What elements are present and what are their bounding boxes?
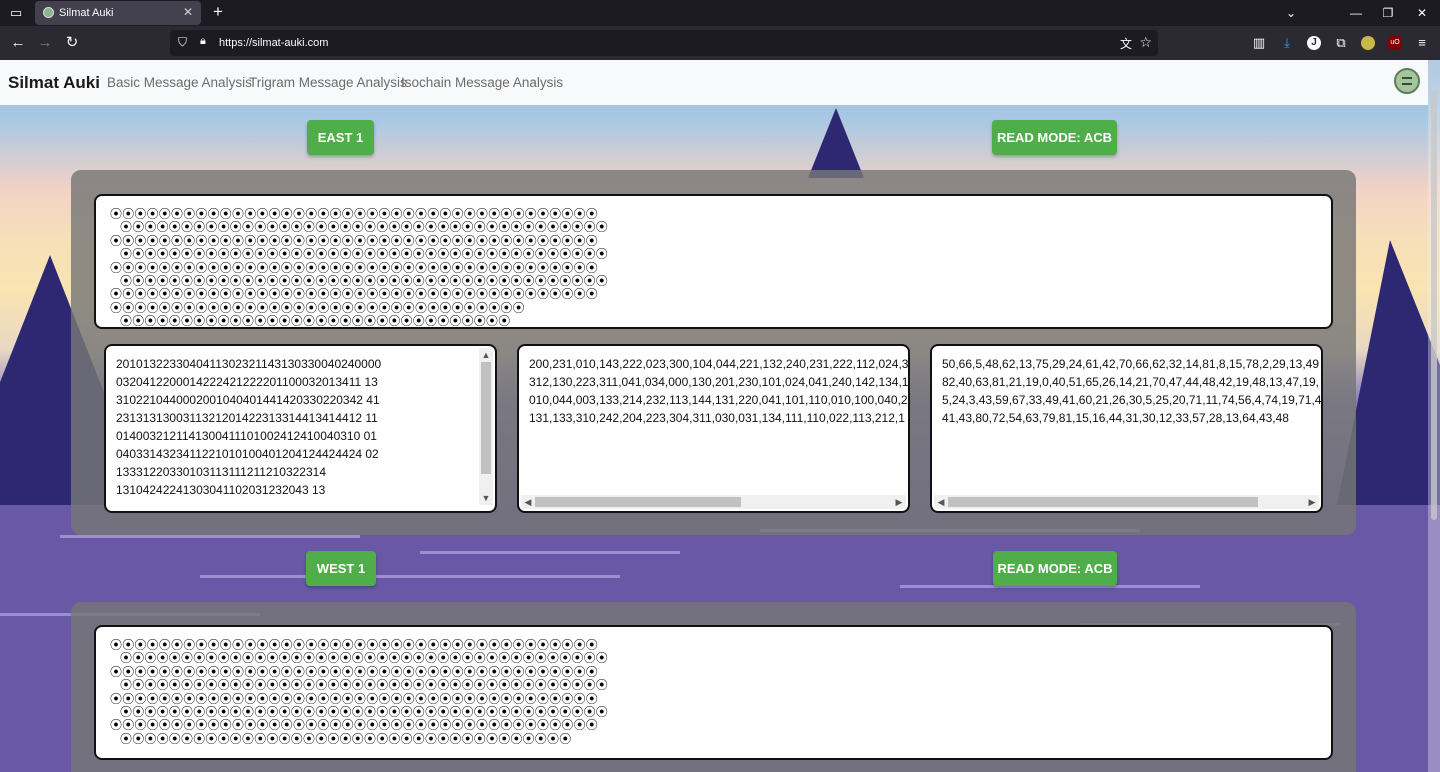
- glyph-line: ⦿⦿⦿⦿⦿⦿⦿⦿⦿⦿⦿⦿⦿⦿⦿⦿⦿⦿⦿⦿⦿⦿⦿⦿⦿⦿⦿⦿⦿⦿⦿⦿⦿⦿⦿⦿⦿⦿⦿⦿: [110, 260, 599, 275]
- trigram-textarea[interactable]: 200,231,010,143,222,023,300,104,044,221,…: [517, 344, 910, 513]
- glyph-line: ⦿⦿⦿⦿⦿⦿⦿⦿⦿⦿⦿⦿⦿⦿⦿⦿⦿⦿⦿⦿⦿⦿⦿⦿⦿⦿⦿⦿⦿⦿⦿⦿⦿⦿⦿⦿⦿⦿⦿⦿: [110, 207, 599, 221]
- tab-title: Silmat Auki: [59, 7, 114, 19]
- glyph-line: ⦿⦿⦿⦿⦿⦿⦿⦿⦿⦿⦿⦿⦿⦿⦿⦿⦿⦿⦿⦿⦿⦿⦿⦿⦿⦿⦿⦿⦿⦿⦿⦿⦿⦿⦿⦿⦿⦿⦿⦿: [110, 287, 599, 302]
- scroll-thumb[interactable]: [481, 362, 491, 474]
- base5-text[interactable]: 2010132233040411302321143130330040240000…: [116, 355, 381, 499]
- glyph-line: ⦿⦿⦿⦿⦿⦿⦿⦿⦿⦿⦿⦿⦿⦿⦿⦿⦿⦿⦿⦿⦿⦿⦿⦿⦿⦿⦿⦿⦿⦿⦿⦿⦿⦿⦿⦿⦿⦿⦿⦿: [110, 691, 599, 706]
- eye-glyph-display: ⦿⦿⦿⦿⦿⦿⦿⦿⦿⦿⦿⦿⦿⦿⦿⦿⦿⦿⦿⦿⦿⦿⦿⦿⦿⦿⦿⦿⦿⦿⦿⦿⦿⦿⦿⦿⦿⦿⦿⦿…: [94, 194, 1333, 329]
- glyph-line: ⦿⦿⦿⦿⦿⦿⦿⦿⦿⦿⦿⦿⦿⦿⦿⦿⦿⦿⦿⦿⦿⦿⦿⦿⦿⦿⦿⦿⦿⦿⦿⦿⦿⦿⦿⦿⦿: [120, 731, 572, 746]
- message-name-button[interactable]: EAST 1: [307, 120, 374, 155]
- glyph-line: ⦿⦿⦿⦿⦿⦿⦿⦿⦿⦿⦿⦿⦿⦿⦿⦿⦿⦿⦿⦿⦿⦿⦿⦿⦿⦿⦿⦿⦿⦿⦿⦿⦿⦿: [110, 300, 525, 315]
- eye-glyph-display: ⦿⦿⦿⦿⦿⦿⦿⦿⦿⦿⦿⦿⦿⦿⦿⦿⦿⦿⦿⦿⦿⦿⦿⦿⦿⦿⦿⦿⦿⦿⦿⦿⦿⦿⦿⦿⦿⦿⦿⦿…: [94, 625, 1333, 760]
- browser-tab-bar: ▭ Silmat Auki ✕ + ⌄ — ❐ ✕: [0, 0, 1440, 26]
- sidebar-icon[interactable]: ▥: [1250, 34, 1268, 52]
- tab-list-icon[interactable]: ▭: [6, 3, 26, 23]
- page-scroll-thumb[interactable]: [1431, 90, 1437, 520]
- lock-icon[interactable]: 🔒︎: [200, 35, 206, 48]
- decimal-text[interactable]: 50,66,5,48,62,13,75,29,24,61,42,70,66,62…: [942, 355, 1321, 427]
- scroll-right-icon[interactable]: ▶: [892, 495, 906, 509]
- url-text[interactable]: https://silmat-auki.com: [219, 37, 328, 49]
- glyph-line: ⦿⦿⦿⦿⦿⦿⦿⦿⦿⦿⦿⦿⦿⦿⦿⦿⦿⦿⦿⦿⦿⦿⦿⦿⦿⦿⦿⦿⦿⦿⦿⦿⦿⦿⦿⦿⦿⦿⦿⦿: [120, 651, 609, 666]
- background-mountain-peak: [808, 108, 864, 178]
- download-icon[interactable]: ⤓: [1278, 34, 1296, 52]
- ublock-icon[interactable]: uO: [1388, 36, 1402, 50]
- nav-basic-message-analysis[interactable]: Basic Message Analysis: [107, 75, 252, 90]
- scroll-left-icon[interactable]: ◀: [934, 495, 948, 509]
- scroll-right-icon[interactable]: ▶: [1305, 495, 1319, 509]
- address-bar[interactable]: ⛉ 🔒︎ https://silmat-auki.com 文 ☆: [170, 30, 1158, 56]
- base5-textarea[interactable]: 2010132233040411302321143130330040240000…: [104, 344, 497, 513]
- minimize-icon[interactable]: —: [1346, 3, 1366, 23]
- glyph-line: ⦿⦿⦿⦿⦿⦿⦿⦿⦿⦿⦿⦿⦿⦿⦿⦿⦿⦿⦿⦿⦿⦿⦿⦿⦿⦿⦿⦿⦿⦿⦿⦿⦿⦿⦿⦿⦿⦿⦿⦿: [120, 247, 609, 262]
- nav-trigram-message-analysis[interactable]: Trigram Message Analysis: [249, 75, 407, 90]
- menu-icon[interactable]: ≡: [1413, 34, 1431, 52]
- read-mode-button[interactable]: READ MODE: ACB: [992, 120, 1117, 155]
- horizontal-scrollbar[interactable]: ◀ ▶: [521, 495, 906, 509]
- scroll-up-icon[interactable]: ▲: [479, 348, 493, 362]
- site-favicon-icon: [43, 7, 54, 18]
- glyph-line: ⦿⦿⦿⦿⦿⦿⦿⦿⦿⦿⦿⦿⦿⦿⦿⦿⦿⦿⦿⦿⦿⦿⦿⦿⦿⦿⦿⦿⦿⦿⦿⦿⦿⦿⦿⦿⦿⦿⦿⦿: [110, 664, 599, 679]
- shield-icon[interactable]: ⛉: [178, 35, 192, 51]
- scroll-down-icon[interactable]: ▼: [479, 491, 493, 505]
- trigram-text[interactable]: 200,231,010,143,222,023,300,104,044,221,…: [529, 355, 908, 427]
- star-icon[interactable]: ☆: [1139, 34, 1152, 51]
- forward-icon[interactable]: →: [35, 33, 55, 53]
- new-tab-button[interactable]: +: [209, 2, 227, 22]
- message-name-button[interactable]: WEST 1: [306, 551, 376, 586]
- glyph-line: ⦿⦿⦿⦿⦿⦿⦿⦿⦿⦿⦿⦿⦿⦿⦿⦿⦿⦿⦿⦿⦿⦿⦿⦿⦿⦿⦿⦿⦿⦿⦿⦿⦿⦿⦿⦿⦿⦿⦿⦿: [120, 220, 609, 235]
- horizontal-scrollbar[interactable]: ◀ ▶: [934, 495, 1319, 509]
- translate-icon[interactable]: 文: [1120, 35, 1132, 52]
- browser-tab-active[interactable]: Silmat Auki ✕: [35, 1, 201, 25]
- nav-isochain-message-analysis[interactable]: Isochain Message Analysis: [401, 75, 563, 90]
- vertical-scrollbar[interactable]: ▲ ▼: [479, 348, 493, 505]
- read-mode-button[interactable]: READ MODE: ACB: [993, 551, 1117, 586]
- glyph-line: ⦿⦿⦿⦿⦿⦿⦿⦿⦿⦿⦿⦿⦿⦿⦿⦿⦿⦿⦿⦿⦿⦿⦿⦿⦿⦿⦿⦿⦿⦿⦿⦿⦿⦿⦿⦿⦿⦿⦿⦿: [110, 233, 599, 248]
- extension-color-icon[interactable]: [1361, 36, 1375, 50]
- extension-icon[interactable]: ⧉: [1332, 34, 1350, 52]
- glyph-line: ⦿⦿⦿⦿⦿⦿⦿⦿⦿⦿⦿⦿⦿⦿⦿⦿⦿⦿⦿⦿⦿⦿⦿⦿⦿⦿⦿⦿⦿⦿⦿⦿⦿⦿⦿⦿⦿⦿⦿⦿: [110, 638, 599, 652]
- list-all-tabs-icon[interactable]: ⌄: [1281, 3, 1301, 23]
- glyph-line: ⦿⦿⦿⦿⦿⦿⦿⦿⦿⦿⦿⦿⦿⦿⦿⦿⦿⦿⦿⦿⦿⦿⦿⦿⦿⦿⦿⦿⦿⦿⦿⦿⦿⦿⦿⦿⦿⦿⦿⦿: [120, 705, 609, 720]
- close-tab-icon[interactable]: ✕: [183, 5, 193, 19]
- avatar[interactable]: [1394, 68, 1420, 94]
- scroll-left-icon[interactable]: ◀: [521, 495, 535, 509]
- scroll-thumb[interactable]: [948, 497, 1258, 507]
- decimal-textarea[interactable]: 50,66,5,48,62,13,75,29,24,61,42,70,66,62…: [930, 344, 1323, 513]
- site-header: Silmat Auki Basic Message Analysis Trigr…: [0, 60, 1428, 105]
- page-viewport: Silmat Auki Basic Message Analysis Trigr…: [0, 60, 1440, 772]
- restore-icon[interactable]: ❐: [1378, 3, 1398, 23]
- site-brand[interactable]: Silmat Auki: [8, 73, 100, 93]
- glyph-line: ⦿⦿⦿⦿⦿⦿⦿⦿⦿⦿⦿⦿⦿⦿⦿⦿⦿⦿⦿⦿⦿⦿⦿⦿⦿⦿⦿⦿⦿⦿⦿⦿⦿⦿⦿⦿⦿⦿⦿⦿: [110, 718, 599, 733]
- glyph-line: ⦿⦿⦿⦿⦿⦿⦿⦿⦿⦿⦿⦿⦿⦿⦿⦿⦿⦿⦿⦿⦿⦿⦿⦿⦿⦿⦿⦿⦿⦿⦿⦿: [120, 314, 511, 329]
- browser-nav-bar: ← → ↻ ⛉ 🔒︎ https://silmat-auki.com 文 ☆ ▥…: [0, 26, 1440, 60]
- reload-icon[interactable]: ↻: [62, 33, 82, 53]
- glyph-line: ⦿⦿⦿⦿⦿⦿⦿⦿⦿⦿⦿⦿⦿⦿⦿⦿⦿⦿⦿⦿⦿⦿⦿⦿⦿⦿⦿⦿⦿⦿⦿⦿⦿⦿⦿⦿⦿⦿⦿⦿: [120, 274, 609, 289]
- back-icon[interactable]: ←: [8, 33, 28, 53]
- close-window-icon[interactable]: ✕: [1412, 3, 1432, 23]
- glyph-line: ⦿⦿⦿⦿⦿⦿⦿⦿⦿⦿⦿⦿⦿⦿⦿⦿⦿⦿⦿⦿⦿⦿⦿⦿⦿⦿⦿⦿⦿⦿⦿⦿⦿⦿⦿⦿⦿⦿⦿⦿: [120, 678, 609, 693]
- account-icon[interactable]: J: [1307, 36, 1321, 50]
- scroll-thumb[interactable]: [535, 497, 741, 507]
- page-scrollbar[interactable]: [1428, 60, 1440, 772]
